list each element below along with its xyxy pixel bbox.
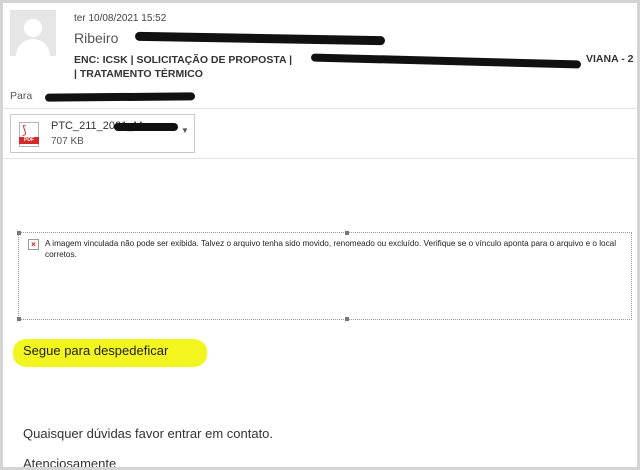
- resize-handle[interactable]: [345, 231, 349, 235]
- acrobat-glyph-icon: ⟆: [22, 123, 27, 137]
- resize-handle[interactable]: [17, 231, 21, 235]
- recipients-label: Para: [10, 90, 33, 102]
- pdf-icon: ⟆ PDF: [19, 122, 39, 147]
- resize-handle[interactable]: [17, 317, 21, 321]
- header-divider: [3, 108, 637, 109]
- broken-image-icon: ×: [28, 239, 39, 250]
- recipients-redaction: [44, 92, 196, 102]
- subject-tail: VIANA - 2: [586, 53, 634, 65]
- sender-redaction: [134, 31, 386, 46]
- body-text-line-3: Atenciosamente: [23, 456, 117, 470]
- avatar-body-shape: [16, 39, 50, 56]
- broken-image-placeholder[interactable]: × A imagem vinculada não pode ser exibid…: [17, 231, 632, 321]
- sender-avatar[interactable]: [10, 10, 56, 56]
- attachment-name-redaction: [114, 123, 178, 131]
- sender-name[interactable]: Ribeiro: [74, 30, 118, 46]
- attachment-divider: [3, 158, 637, 159]
- subject-line-2: | TRATAMENTO TÉRMICO: [74, 68, 203, 80]
- email-reading-pane: ter 10/08/2021 15:52 Ribeiro ENC: ICSK |…: [0, 0, 640, 470]
- body-text-line-1: Segue para despedeficar: [23, 343, 169, 358]
- broken-image-message: A imagem vinculada não pode ser exibida.…: [45, 239, 617, 259]
- message-date: ter 10/08/2021 15:52: [74, 13, 167, 24]
- avatar-head-shape: [24, 19, 42, 37]
- body-text-line-2: Quaisquer dúvidas favor entrar em contat…: [23, 426, 274, 441]
- attachment-item[interactable]: ⟆ PDF PTC_211_2021_M 707 KB ▼: [10, 114, 195, 153]
- chevron-down-icon[interactable]: ▼: [181, 126, 189, 135]
- attachment-size: 707 KB: [51, 136, 84, 147]
- resize-handle[interactable]: [345, 317, 349, 321]
- pdf-type-tag: PDF: [19, 137, 39, 144]
